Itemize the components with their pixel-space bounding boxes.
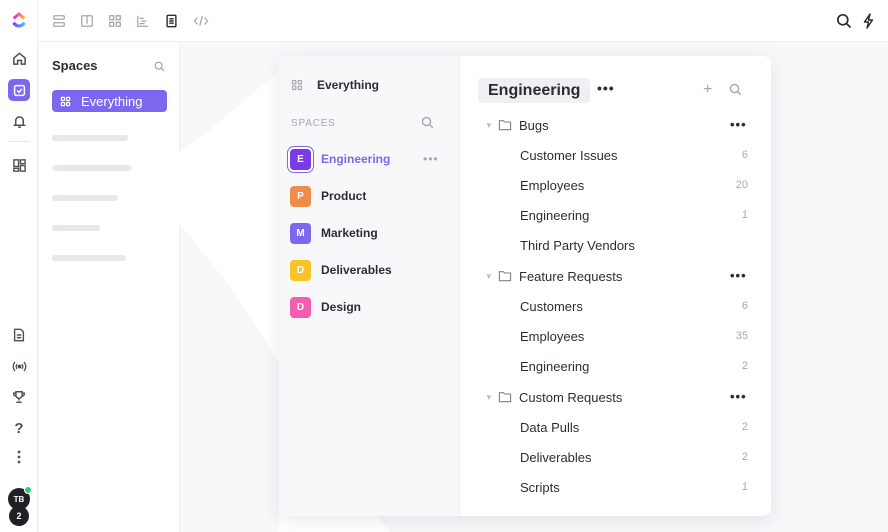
list-item[interactable]: Data Pulls (520, 418, 579, 436)
space-avatar: D (290, 259, 311, 281)
sidebar-title: Spaces (52, 58, 98, 73)
space-name: Product (321, 189, 367, 203)
goals-trophy-icon[interactable] (0, 384, 38, 410)
space-name: Engineering (321, 152, 391, 166)
list-task-count: 6 (741, 149, 748, 161)
sidebar-search-icon[interactable] (154, 59, 165, 77)
folder-name: Bugs (519, 117, 549, 133)
sidebar-item-label: Everything (81, 93, 143, 109)
help-icon[interactable]: ? (0, 415, 38, 441)
workspace-badge-label: 2 (16, 511, 22, 521)
list-item[interactable]: Customers (520, 297, 583, 315)
space-title: Engineering (478, 78, 591, 103)
add-icon[interactable]: + (703, 82, 712, 98)
placeholder-bar (52, 195, 118, 201)
space-name: Deliverables (321, 263, 392, 277)
workspace-badge[interactable]: 2 (9, 506, 29, 526)
tasks-icon[interactable] (8, 79, 30, 101)
placeholder-bar (52, 165, 132, 171)
caret-down-icon[interactable]: ▼ (485, 272, 493, 281)
box-view-icon[interactable] (106, 12, 124, 30)
everything-icon (291, 79, 303, 91)
rail-divider (8, 141, 30, 142)
everything-icon (60, 96, 71, 106)
list-item[interactable]: Customer Issues (520, 146, 618, 164)
list-item[interactable]: Engineering (520, 206, 589, 224)
folder-options-icon[interactable]: ••• (730, 389, 747, 404)
folder-row[interactable]: ▼ Bugs (485, 116, 549, 134)
gantt-view-icon[interactable] (134, 12, 152, 30)
everything-label: Everything (317, 78, 380, 92)
list-item[interactable]: Employees (520, 327, 584, 345)
embed-view-icon[interactable] (192, 12, 210, 30)
space-item-design[interactable]: D Design (290, 296, 361, 318)
doc-view-icon[interactable] (162, 12, 180, 30)
clickup-logo-icon[interactable] (0, 7, 38, 33)
list-task-count: 2 (741, 421, 748, 433)
folder-row[interactable]: ▼ Feature Requests (485, 267, 622, 285)
caret-down-icon[interactable]: ▼ (485, 393, 493, 402)
list-task-count: 35 (735, 330, 748, 342)
dashboards-icon[interactable] (0, 152, 38, 178)
more-vertical-icon[interactable] (0, 444, 38, 470)
space-more-icon[interactable]: ••• (423, 152, 439, 166)
space-name: Design (321, 300, 362, 314)
docs-icon[interactable] (0, 322, 38, 348)
search-icon[interactable] (835, 12, 853, 30)
space-avatar: P (290, 185, 311, 207)
spaces-header: SPACES (291, 118, 336, 129)
everything-row[interactable]: Everything (291, 78, 379, 92)
top-bar (38, 0, 888, 42)
list-task-count: 6 (741, 300, 748, 312)
folder-name: Custom Requests (519, 389, 623, 405)
folder-options-icon[interactable]: ••• (730, 117, 747, 132)
spaces-search-icon[interactable] (421, 116, 434, 134)
list-view-icon[interactable] (50, 12, 68, 30)
folder-icon (498, 270, 512, 282)
list-task-count: 2 (741, 360, 748, 372)
sidebar-item-everything[interactable]: Everything (52, 90, 167, 112)
space-name: Marketing (321, 226, 378, 240)
lightning-icon[interactable] (859, 12, 877, 30)
list-task-count: 20 (735, 179, 748, 191)
space-item-deliverables[interactable]: D Deliverables (290, 259, 392, 281)
space-search-icon[interactable] (729, 83, 742, 101)
pulse-icon[interactable] (0, 353, 38, 379)
space-contents-panel: Engineering ••• + ▼ Bugs ••• Customer Issue… (461, 56, 771, 516)
list-task-count: 1 (741, 481, 748, 493)
placeholder-bar (52, 135, 128, 141)
list-task-count: 2 (741, 451, 748, 463)
space-item-engineering[interactable]: E Engineering (290, 148, 390, 170)
space-avatar: D (290, 296, 311, 318)
placeholder-bar (52, 255, 126, 261)
caret-down-icon[interactable]: ▼ (485, 121, 493, 130)
board-view-icon[interactable] (78, 12, 96, 30)
list-item[interactable]: Scripts (520, 478, 560, 496)
user-initials: TB (13, 494, 25, 504)
folder-name: Feature Requests (519, 268, 623, 284)
spaces-list-panel: Everything SPACES E Engineering P Product M M… (279, 56, 460, 516)
space-item-product[interactable]: P Product (290, 185, 366, 207)
spaces-sidebar: Spaces Everything (39, 42, 180, 532)
folder-row[interactable]: ▼ Custom Requests (485, 388, 622, 406)
list-item[interactable]: Deliverables (520, 448, 592, 466)
list-task-count (708, 236, 748, 254)
online-status-dot (24, 486, 32, 494)
spaces-popover: Everything SPACES E Engineering P Product M M… (279, 56, 771, 516)
list-item[interactable]: Employees (520, 176, 584, 194)
left-rail: ? TB 2 (0, 0, 38, 532)
space-options-icon[interactable]: ••• (597, 80, 615, 96)
folder-options-icon[interactable]: ••• (730, 268, 747, 283)
folder-icon (498, 119, 512, 131)
home-icon[interactable] (0, 45, 38, 71)
placeholder-bar (52, 225, 100, 231)
notifications-icon[interactable] (0, 108, 38, 134)
list-item[interactable]: Third Party Vendors (520, 236, 635, 254)
list-item[interactable]: Engineering (520, 357, 589, 375)
space-avatar: M (290, 222, 311, 244)
space-avatar: E (290, 148, 311, 170)
folder-icon (498, 391, 512, 403)
list-task-count: 1 (741, 209, 748, 221)
space-item-marketing[interactable]: M Marketing (290, 222, 378, 244)
